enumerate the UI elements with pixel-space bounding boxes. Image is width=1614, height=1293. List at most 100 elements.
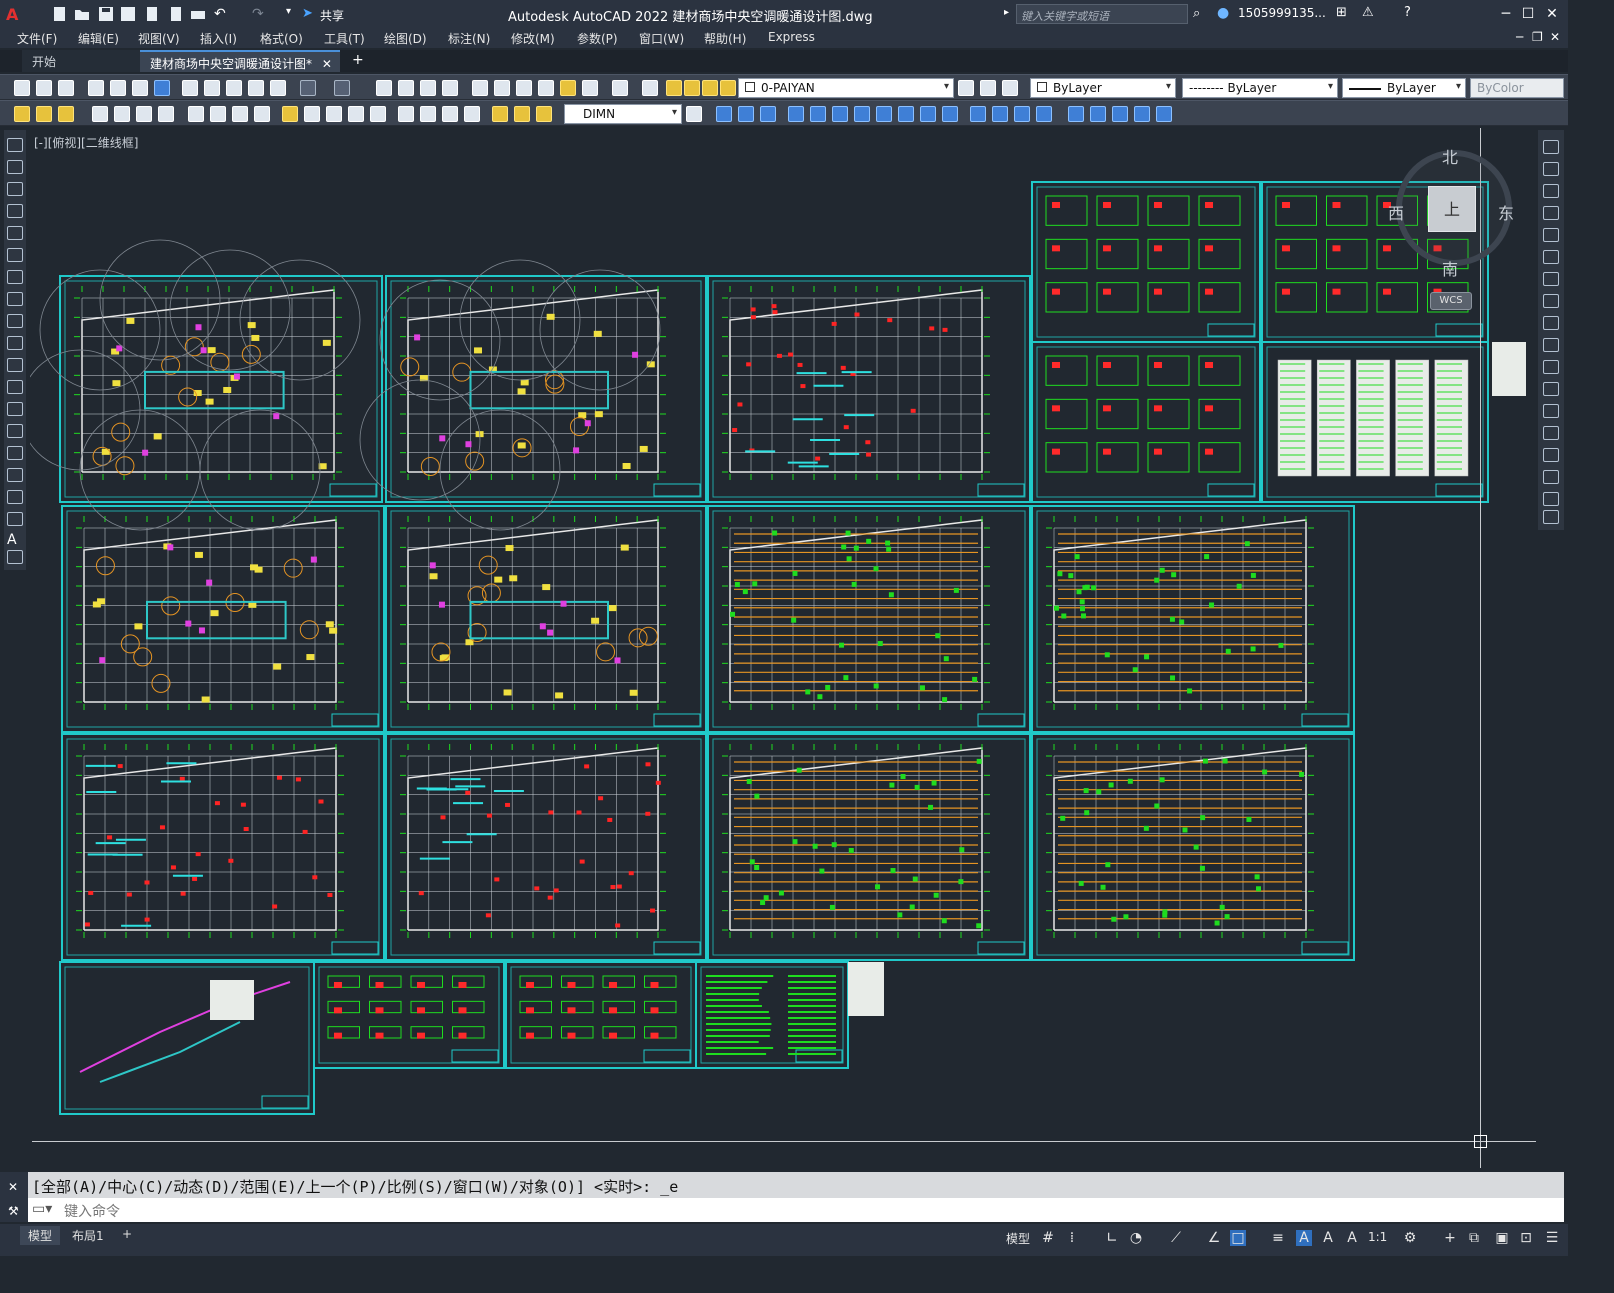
open-icon[interactable] [36, 80, 52, 96]
search-input[interactable]: 键入关键字或短语 [1016, 4, 1188, 24]
snap-icon[interactable]: ⁞ [1064, 1230, 1080, 1246]
jogged-linear-icon[interactable] [464, 106, 480, 122]
design-center-icon[interactable] [494, 80, 510, 96]
doc-restore-button[interactable]: ❐ [1532, 30, 1543, 44]
wcs-button[interactable]: WCS [1430, 292, 1472, 310]
command-input[interactable]: ▭▾ 键入命令 [28, 1198, 1564, 1222]
customization-menu-icon[interactable]: ☰ [1544, 1230, 1560, 1246]
menu-modify[interactable]: 修改(M) [511, 30, 555, 47]
arc-icon[interactable] [7, 248, 23, 262]
mirror-side-icon[interactable] [1543, 184, 1559, 198]
clean-screen-icon[interactable]: ⊡ [1518, 1230, 1534, 1246]
scale-side-icon[interactable] [1543, 294, 1559, 308]
line-icon[interactable] [7, 138, 23, 152]
annotation-scale-value[interactable]: 1:1 [1368, 1230, 1387, 1244]
add-selected-icon[interactable] [7, 550, 23, 564]
lineweight-dropdown[interactable]: ByLayer ▾ [1342, 78, 1466, 98]
viewport-label[interactable]: [-][俯视][二维线框] [34, 134, 138, 151]
menu-window[interactable]: 窗口(W) [639, 30, 684, 47]
close-button[interactable]: ✕ [1542, 4, 1562, 24]
plot-icon[interactable] [190, 6, 206, 22]
sun-icon[interactable] [684, 80, 700, 96]
compass-east[interactable]: 东 [1498, 200, 1514, 224]
angular-icon[interactable] [254, 106, 270, 122]
region-icon[interactable] [7, 490, 23, 504]
make-current-icon[interactable] [958, 80, 974, 96]
close-command-icon[interactable]: ✕ [8, 1180, 18, 1194]
doc-minimize-button[interactable]: ─ [1516, 30, 1523, 44]
rectangle-icon[interactable] [7, 226, 23, 240]
tab-start[interactable]: 开始 [22, 50, 140, 72]
user-name[interactable]: 1505999135... [1238, 6, 1326, 20]
center-mark-icon[interactable] [420, 106, 436, 122]
customize-dropdown-icon[interactable]: ▾ [286, 6, 302, 22]
gradient-icon[interactable] [7, 468, 23, 482]
stretch-icon[interactable] [898, 106, 914, 122]
erase-icon[interactable] [716, 106, 732, 122]
undo-tb-icon[interactable] [300, 80, 316, 96]
auto-scale-icon[interactable]: A [1320, 1230, 1336, 1246]
lineweight-icon[interactable]: ≡ [1270, 1230, 1286, 1246]
arc-length-icon[interactable] [136, 106, 152, 122]
match-icon[interactable] [36, 106, 52, 122]
dimstyle-dropdown[interactable]: DIMN ▾ [564, 104, 682, 124]
dim-text-edit-icon[interactable] [514, 106, 530, 122]
qdim-icon[interactable] [14, 106, 30, 122]
new-tab-button[interactable]: + [352, 52, 364, 68]
dim-style-icon[interactable] [686, 106, 702, 122]
zoom-window-icon[interactable] [420, 80, 436, 96]
continue-icon[interactable] [326, 106, 342, 122]
ellipse-icon[interactable] [7, 336, 23, 350]
autodesk-a360-icon[interactable]: ⚠ [1362, 5, 1374, 20]
break-icon[interactable] [370, 106, 386, 122]
workspace-gear-icon[interactable]: ⚙ [1402, 1230, 1418, 1246]
tab-document[interactable]: 建材商场中央空调暖通设计图* ✕ [140, 50, 340, 72]
ellipse-arc-icon[interactable] [7, 358, 23, 372]
menu-dimension[interactable]: 标注(N) [448, 30, 490, 47]
markup-icon[interactable] [560, 80, 576, 96]
redo-icon[interactable]: ↷ [252, 6, 268, 22]
autocad-logo-icon[interactable]: A [6, 5, 26, 24]
revcloud-icon[interactable] [7, 292, 23, 306]
array-side-icon[interactable] [1543, 228, 1559, 242]
stretch-side-icon[interactable] [1543, 316, 1559, 330]
plot-preview-icon[interactable] [110, 80, 126, 96]
move-side-icon[interactable] [1543, 250, 1559, 264]
bulb-icon[interactable] [666, 80, 682, 96]
baseline-icon[interactable] [304, 106, 320, 122]
tab-layout1[interactable]: 布局1 [64, 1226, 112, 1245]
publish-icon[interactable] [132, 80, 148, 96]
layer-states-icon[interactable] [1002, 80, 1018, 96]
chamfer-side-icon[interactable] [1543, 448, 1559, 462]
menu-file[interactable]: 文件(F) [17, 30, 57, 47]
diameter-icon[interactable] [232, 106, 248, 122]
extend-icon[interactable] [942, 106, 958, 122]
layer-manager-icon[interactable] [642, 80, 658, 96]
linetype-dropdown[interactable]: -------- ByLayer ▾ [1182, 78, 1338, 98]
extend-side-icon[interactable] [1543, 360, 1559, 374]
search-icon[interactable]: ⌕ [1193, 6, 1200, 21]
model-space-label[interactable]: 模型 [1006, 1230, 1030, 1247]
quick-props-icon[interactable]: ▣ [1494, 1230, 1510, 1246]
isodraft-icon[interactable]: ⟋ [1168, 1230, 1184, 1246]
trim-icon[interactable] [920, 106, 936, 122]
paste-icon[interactable] [226, 80, 242, 96]
offset-icon[interactable] [788, 106, 804, 122]
join-icon[interactable] [992, 106, 1008, 122]
tolerance-icon[interactable] [398, 106, 414, 122]
break-at-point-side-icon[interactable] [1543, 404, 1559, 418]
circle-icon[interactable] [7, 270, 23, 284]
annotation-visibility-icon[interactable]: A [1296, 1230, 1312, 1246]
lock-icon[interactable] [720, 80, 736, 96]
calculator-icon[interactable] [582, 80, 598, 96]
break-point-icon[interactable] [970, 106, 986, 122]
plus-icon[interactable]: + [1442, 1230, 1458, 1246]
ungroup-icon[interactable] [1112, 106, 1128, 122]
explode-icon[interactable] [1068, 106, 1084, 122]
menu-insert[interactable]: 插入(I) [200, 30, 237, 47]
fillet-icon[interactable] [1036, 106, 1052, 122]
layer-dropdown[interactable]: 0-PAIYAN ▾ [738, 78, 954, 98]
radius-icon[interactable] [188, 106, 204, 122]
menu-format[interactable]: 格式(O) [260, 30, 303, 47]
match-prop-icon[interactable] [248, 80, 264, 96]
